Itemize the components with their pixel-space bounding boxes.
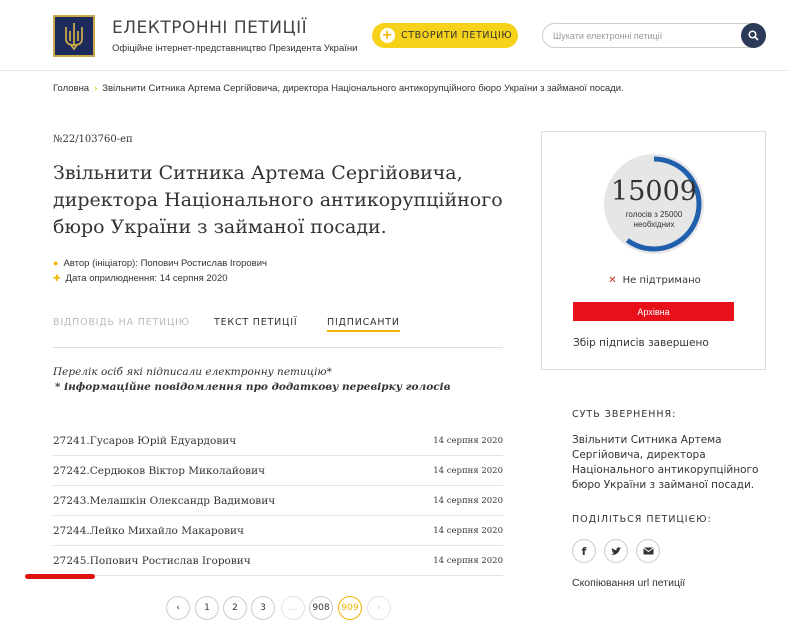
signers-list: 27241.Гусаров Юрій Едуардович 14 серпня … — [53, 426, 503, 576]
votes-count: 15009 — [611, 176, 697, 207]
share-heading: ПОДІЛІТЬСЯ ПЕТИЦІЄЮ: — [572, 514, 712, 525]
table-row: 27242.Сердюков Віктор Миколайович 14 сер… — [53, 456, 503, 486]
plus-icon: + — [380, 28, 395, 43]
user-icon: ● — [53, 258, 59, 268]
breadcrumb: Головна › Звільнити Ситника Артема Сергійо… — [53, 83, 624, 94]
votes-label: голосів з 25000 необхідних — [600, 210, 708, 230]
twitter-share-button[interactable] — [604, 539, 628, 563]
facebook-share-button[interactable]: f — [572, 539, 596, 563]
petition-published: ✚ Дата оприлюднення: 14 серпня 2020 — [53, 273, 228, 284]
signer-name: 27245.Попович Ростислав Ігорович — [53, 555, 251, 567]
petition-author: ● Автор (ініціатор): Попович Ростислав Іг… — [53, 258, 267, 269]
signers-note-link[interactable]: * інформаційне повідомлення про додатков… — [55, 381, 451, 393]
table-row: 27241.Гусаров Юрій Едуардович 14 серпня … — [53, 426, 503, 456]
essence-heading: СУТЬ ЗВЕРНЕННЯ: — [572, 409, 677, 420]
trident-logo-icon[interactable] — [53, 15, 95, 57]
status-text: Не підтримано — [622, 275, 701, 286]
pagination-page-2[interactable]: 2 — [223, 596, 247, 620]
author-text: Автор (ініціатор): Попович Ростислав Іго… — [63, 258, 267, 269]
archive-badge: Архівна — [573, 302, 734, 321]
signer-date: 14 серпня 2020 — [433, 556, 503, 566]
essence-text: Звільнити Ситника Артема Сергійовича, ди… — [572, 434, 759, 491]
site-subtitle: Офіційне інтернет-представництво Президе… — [112, 43, 358, 54]
email-icon — [642, 547, 654, 555]
signer-name: 27241.Гусаров Юрій Едуардович — [53, 435, 237, 447]
breadcrumb-separator-icon: › — [94, 83, 98, 94]
copy-url-link[interactable]: Скопіювання url петиції — [572, 577, 685, 589]
tab-signers[interactable]: ПІДПИСАНТИ — [327, 317, 400, 332]
tab-text[interactable]: ТЕКСТ ПЕТИЦІЇ — [214, 317, 297, 328]
email-share-button[interactable] — [636, 539, 660, 563]
votes-label-line1: голосів з 25000 — [625, 210, 683, 219]
signer-date: 14 серпня 2020 — [433, 436, 503, 446]
published-text: Дата оприлюднення: 14 серпня 2020 — [65, 273, 228, 284]
site-header: ЕЛЕКТРОННІ ПЕТИЦІЇ Офіційне інтернет-пре… — [0, 0, 788, 71]
signers-intro: Перелік осіб які підписали електронну пе… — [53, 366, 332, 378]
facebook-icon: f — [581, 544, 587, 558]
close-icon: ✕ — [608, 275, 617, 286]
pagination-ellipsis: … — [281, 596, 305, 620]
collection-closed-text: Збір підписів завершено — [573, 337, 709, 349]
votes-label-line2: необхідних — [633, 220, 675, 229]
twitter-icon — [611, 546, 621, 555]
search-icon — [748, 30, 759, 41]
signer-name: 27244.Лейко Михайло Макарович — [53, 525, 244, 537]
petition-number: №22/103760-еп — [53, 134, 133, 145]
pagination-page-3[interactable]: 3 — [251, 596, 275, 620]
status-badge: ✕ Не підтримано — [542, 275, 767, 286]
create-petition-label: СТВОРИТИ ПЕТИЦІЮ — [401, 30, 513, 41]
pagination-next-button[interactable]: › — [367, 596, 391, 620]
search-input[interactable] — [553, 28, 733, 44]
signer-date: 14 серпня 2020 — [433, 496, 503, 506]
signer-date: 14 серпня 2020 — [433, 466, 503, 476]
table-row: 27245.Попович Ростислав Ігорович 14 серп… — [53, 546, 503, 576]
signer-name: 27243.Мелашкін Олександр Вадимович — [53, 495, 276, 507]
breadcrumb-current: Звільнити Ситника Артема Сергійовича, ди… — [102, 83, 624, 94]
pagination-page-909[interactable]: 909 — [338, 596, 362, 620]
pagination-page-1[interactable]: 1 — [195, 596, 219, 620]
table-row: 27244.Лейко Михайло Макарович 14 серпня … — [53, 516, 503, 546]
create-petition-button[interactable]: + СТВОРИТИ ПЕТИЦІЮ — [372, 23, 518, 48]
search-box — [542, 23, 766, 48]
pagination-prev-button[interactable]: ‹ — [166, 596, 190, 620]
plus-date-icon: ✚ — [53, 273, 61, 283]
site-title[interactable]: ЕЛЕКТРОННІ ПЕТИЦІЇ — [112, 18, 307, 38]
vote-box: 15009 голосів з 25000 необхідних ✕ Не під… — [541, 131, 766, 370]
signer-date: 14 серпня 2020 — [433, 526, 503, 536]
breadcrumb-home-link[interactable]: Головна — [53, 83, 89, 94]
petition-tabs: ВІДПОВІДЬ НА ПЕТИЦІЮ ТЕКСТ ПЕТИЦІЇ ПІДПИ… — [53, 317, 503, 348]
red-annotation-underline — [25, 574, 95, 579]
tab-answer[interactable]: ВІДПОВІДЬ НА ПЕТИЦІЮ — [53, 317, 190, 328]
signer-name: 27242.Сердюков Віктор Миколайович — [53, 465, 266, 477]
search-button[interactable] — [741, 23, 766, 48]
petition-title: Звільнити Ситника Артема Сергійовича, ди… — [53, 162, 503, 238]
trident-icon — [65, 23, 83, 51]
table-row: 27243.Мелашкін Олександр Вадимович 14 се… — [53, 486, 503, 516]
pagination-page-908[interactable]: 908 — [309, 596, 333, 620]
